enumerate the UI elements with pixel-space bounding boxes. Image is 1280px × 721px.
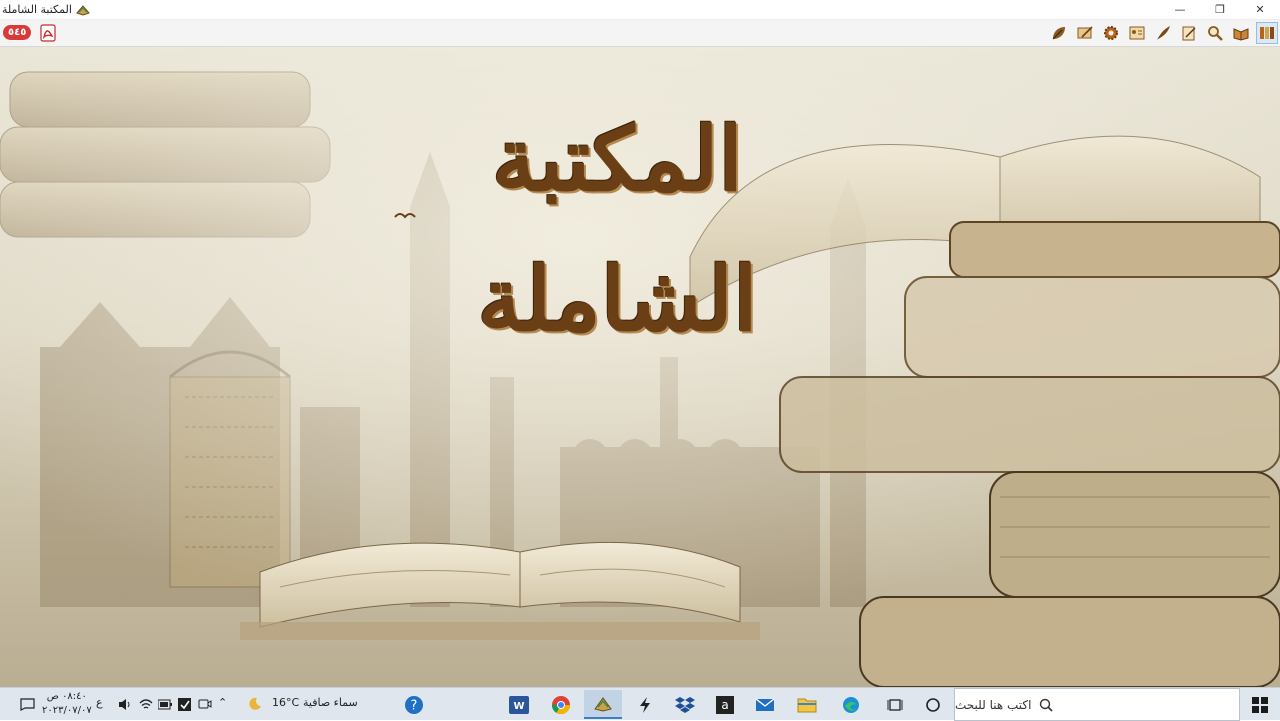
language-indicator[interactable]: ع xyxy=(96,696,103,709)
taskbar-edge[interactable] xyxy=(832,690,870,719)
temperature[interactable]: 16°C xyxy=(272,696,299,709)
window-title: المكتبة الشاملة xyxy=(2,3,72,16)
taskbar-explorer[interactable] xyxy=(788,690,826,719)
moon-icon xyxy=(249,697,261,710)
taskbar-search[interactable]: اكتب هنا للبحث xyxy=(954,688,1240,721)
open-book-bottom xyxy=(240,541,760,640)
amazon-icon: a xyxy=(716,695,734,714)
window-controls: — ❐ ✕ xyxy=(1160,0,1280,20)
taskbar-dropbox[interactable] xyxy=(666,690,704,719)
maximize-button[interactable]: ❐ xyxy=(1200,0,1240,20)
svg-text:?: ? xyxy=(411,699,418,714)
app-icon xyxy=(76,4,90,16)
library-icon[interactable] xyxy=(1256,22,1278,44)
taskbar-word[interactable]: W xyxy=(500,690,538,719)
battery-icon[interactable] xyxy=(158,699,172,710)
pdf-icon[interactable] xyxy=(38,23,58,43)
minimize-button[interactable]: — xyxy=(1160,0,1200,20)
help-icon[interactable]: ? xyxy=(404,695,424,715)
dropbox-icon xyxy=(675,696,695,713)
wifi-icon[interactable] xyxy=(139,698,153,711)
shamela-app-icon xyxy=(594,696,612,712)
bookmark-icon[interactable] xyxy=(1230,22,1252,44)
clock-time: ٠٨:٤٠ ص xyxy=(46,691,87,702)
close-button[interactable]: ✕ xyxy=(1240,0,1280,20)
windows-icon xyxy=(1252,696,1268,713)
mail-icon xyxy=(755,697,775,711)
task-view-button[interactable] xyxy=(876,690,914,719)
quill-icon[interactable] xyxy=(1152,22,1174,44)
tool-icons xyxy=(1048,22,1278,44)
count-badge[interactable]: ٥٤٥ xyxy=(3,25,32,40)
taskbar-app-bolt[interactable] xyxy=(626,690,664,719)
title-bar: المكتبة الشاملة — ❐ ✕ xyxy=(0,0,1280,20)
open-book-icon[interactable] xyxy=(1178,22,1200,44)
splash-canvas: المكتبة الشاملة xyxy=(0,47,1280,687)
taskbar-chrome[interactable] xyxy=(542,690,580,719)
notifications-icon[interactable] xyxy=(20,698,35,711)
edge-icon xyxy=(843,696,859,713)
system-tray: ? سماء صافية 16°C ⌃ ع ٠٨:٤٠ ص ٢٠٢٣/٠٧/٠٧ xyxy=(0,688,440,721)
svg-text:a: a xyxy=(721,698,728,712)
clock-date: ٢٠٢٣/٠٧/٠٧ xyxy=(42,705,92,716)
taskbar-mail[interactable] xyxy=(746,690,784,719)
folder-icon xyxy=(797,698,817,712)
svg-text:W: W xyxy=(513,701,524,712)
app-logo-calligraphy: المكتبة الشاملة xyxy=(477,107,758,351)
search-icon xyxy=(1040,698,1054,712)
title-area: المكتبة الشاملة xyxy=(0,3,90,17)
clock[interactable]: ٠٨:٤٠ ص ٢٠٢٣/٠٧/٠٧ xyxy=(42,690,92,718)
search-icon[interactable] xyxy=(1204,22,1226,44)
toolbar: ٥٤٥ xyxy=(0,20,1280,47)
taskbar-shamela[interactable] xyxy=(584,690,622,719)
cortana-icon xyxy=(926,697,940,712)
search-placeholder: اكتب هنا للبحث xyxy=(955,697,1032,712)
meet-now-icon[interactable] xyxy=(198,698,212,711)
chrome-icon xyxy=(552,695,570,714)
security-icon[interactable] xyxy=(178,698,191,711)
taskbar-amazon[interactable]: a xyxy=(706,690,744,719)
lightning-icon xyxy=(640,696,650,713)
id-card-icon[interactable] xyxy=(1126,22,1148,44)
taskbar: اكتب هنا للبحث a W ? سماء صافية 16°C ⌃ ع… xyxy=(0,687,1280,721)
weather-text[interactable]: سماء صافية xyxy=(303,696,358,709)
leaf-icon[interactable] xyxy=(1048,22,1070,44)
task-view-icon xyxy=(887,698,903,711)
gear-icon[interactable] xyxy=(1100,22,1122,44)
edit-note-icon[interactable] xyxy=(1074,22,1096,44)
word-icon: W xyxy=(509,695,529,714)
start-button[interactable] xyxy=(1240,688,1280,721)
volume-icon[interactable] xyxy=(118,698,132,711)
show-hidden-icons[interactable]: ⌃ xyxy=(218,696,227,709)
cortana-button[interactable] xyxy=(914,690,952,719)
